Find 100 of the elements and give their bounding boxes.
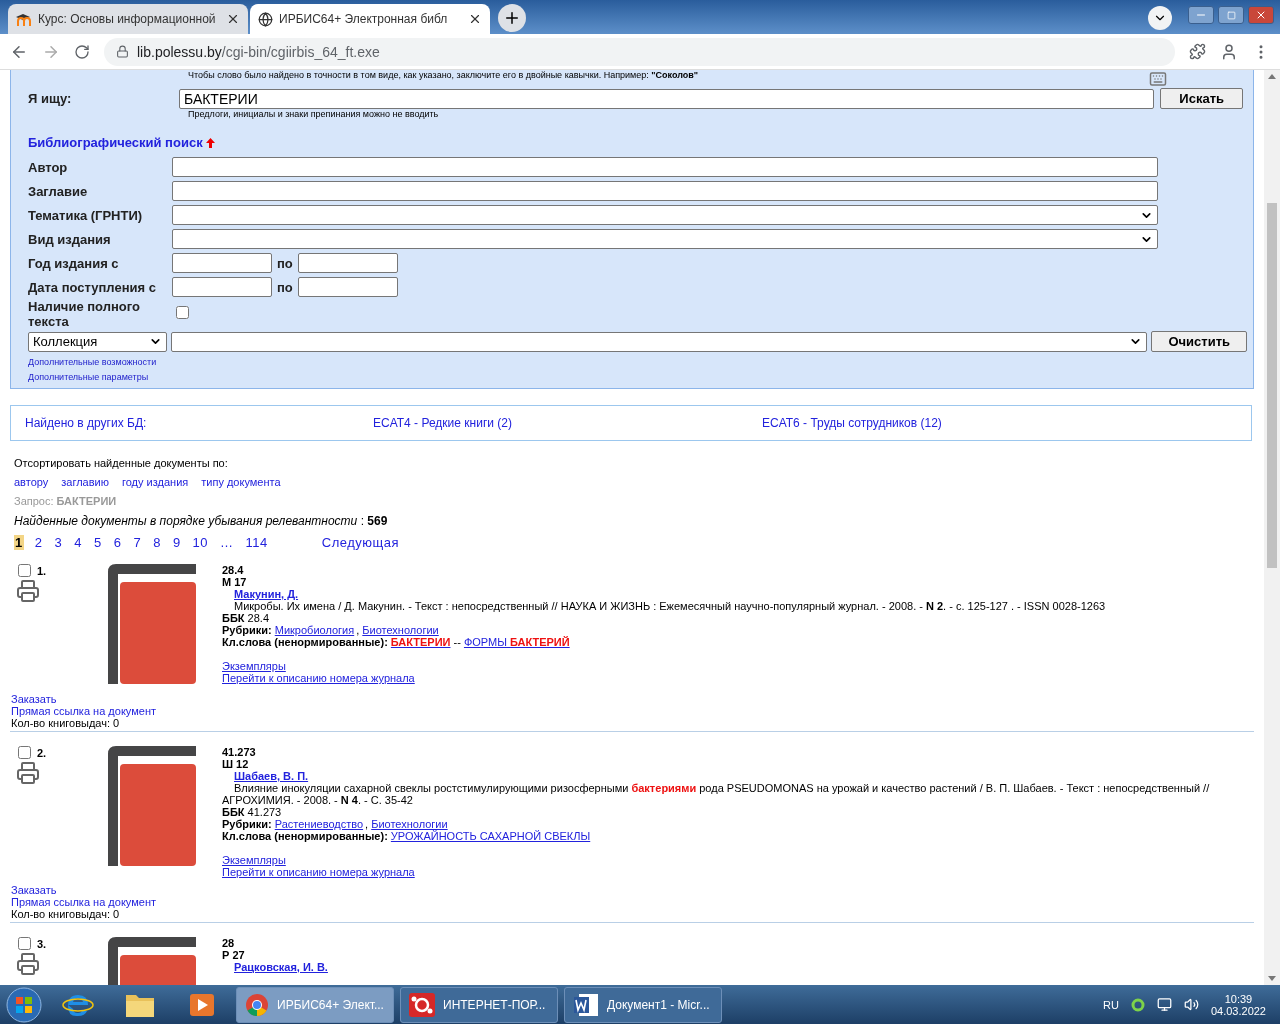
page-link[interactable]: 3	[53, 535, 64, 550]
clear-button[interactable]: Очистить	[1151, 331, 1247, 352]
rubric-link[interactable]: Биотехнологии	[362, 624, 439, 636]
author-link[interactable]: Рацковская, И. В.	[234, 961, 328, 973]
classification-index: 28	[222, 937, 236, 949]
close-button[interactable]	[1248, 6, 1274, 24]
puzzle-icon[interactable]	[1189, 43, 1206, 60]
printer-icon[interactable]	[16, 761, 40, 785]
arrow-up-icon[interactable]	[205, 137, 215, 148]
select-checkbox[interactable]	[18, 564, 31, 577]
record-link[interactable]: Экземпляры	[222, 660, 286, 672]
scrollbar[interactable]	[1264, 70, 1280, 985]
section-title: Библиографический поиск	[28, 135, 203, 150]
record-number: 1.	[37, 564, 47, 577]
sort-link[interactable]: году издания	[121, 476, 189, 488]
to-field[interactable]	[297, 253, 398, 273]
search-button[interactable]: Искать	[1160, 88, 1243, 109]
database-link[interactable]: ECAT4 - Редкие книги (2)	[373, 416, 762, 430]
field-label: Дата поступления с	[28, 279, 157, 295]
rubric-link[interactable]: Биотехнологии	[371, 818, 448, 830]
printer-icon[interactable]	[16, 579, 40, 603]
to-label: по	[277, 255, 293, 271]
page-link[interactable]: 9	[171, 535, 182, 550]
keyboard-icon[interactable]	[1149, 70, 1167, 88]
page-link[interactable]: 10	[191, 535, 210, 550]
tab-search-button[interactable]	[1148, 6, 1172, 30]
page-link[interactable]: 4	[73, 535, 83, 550]
keywords-label: Кл.слова (ненормированные):	[222, 830, 388, 842]
language-indicator[interactable]: RU	[1103, 998, 1119, 1011]
printer-icon[interactable]	[16, 952, 40, 976]
browser-tab[interactable]: ИРБИС64+ Электронная библ	[250, 4, 490, 34]
keywords-label: Кл.слова (ненормированные):	[222, 636, 388, 648]
page-link[interactable]: 2	[33, 535, 44, 550]
from-field[interactable]	[172, 253, 272, 273]
collection-dropdown[interactable]: Коллекция	[28, 331, 167, 352]
record-link[interactable]: Экземпляры	[222, 854, 286, 866]
document-logo-icon	[573, 991, 599, 1018]
to-field[interactable]	[297, 277, 398, 297]
next-page-link[interactable]: Следующая	[320, 535, 401, 550]
network-icon[interactable]	[1156, 997, 1172, 1012]
rubrics-label: Рубрики:	[222, 624, 272, 636]
close-icon[interactable]	[468, 12, 482, 26]
query-field[interactable]: БАКТЕРИИ	[179, 88, 1155, 109]
minimize-button[interactable]	[1188, 6, 1214, 24]
sort-link[interactable]: типу документа	[201, 476, 281, 488]
rubric-separator: ,	[365, 818, 369, 830]
other-databases-label[interactable]: Найдено в других БД:	[25, 416, 373, 430]
select-checkbox[interactable]	[18, 937, 31, 950]
author-link[interactable]: Макунин, Д.	[234, 588, 299, 600]
page-link[interactable]: 8	[152, 535, 162, 550]
bbk-line: ББК 41.273	[222, 806, 283, 818]
record-link[interactable]: Перейти к описанию номера журнала	[222, 672, 415, 684]
text-field[interactable]	[172, 181, 1158, 201]
order-link[interactable]: Заказать	[11, 693, 57, 705]
page-link[interactable]: 1	[14, 535, 24, 550]
order-link[interactable]: Заказать	[11, 884, 57, 896]
direct-link[interactable]: Прямая ссылка на документ	[11, 896, 156, 908]
dropdown-field[interactable]	[172, 205, 1158, 225]
clock-time: 10:39	[1224, 992, 1253, 1005]
select-checkbox[interactable]	[18, 746, 31, 759]
author-link[interactable]: Шабаев, В. П.	[234, 770, 309, 782]
browser-tab[interactable]: Курс: Основы информационной	[8, 4, 248, 34]
close-icon[interactable]	[226, 12, 240, 26]
search-hint: Предлоги, инициалы и знаки препинания можно не вводить	[187, 109, 440, 119]
start-button-icon[interactable]	[4, 986, 44, 1023]
rubric-link[interactable]: Микробиология	[274, 624, 355, 636]
field-label: Наличие полного текста	[28, 299, 141, 329]
address-bar[interactable]: lib.polessu.by/cgi-bin/cgiirbis_64_ft.exe	[104, 37, 1175, 66]
sort-link[interactable]: автору	[14, 476, 49, 488]
page-link[interactable]: …	[219, 535, 235, 550]
text-field[interactable]	[172, 157, 1158, 177]
globe-icon	[258, 11, 273, 27]
direct-link[interactable]: Прямая ссылка на документ	[11, 705, 156, 717]
keyword-link[interactable]: ФОРМЫ БАКТЕРИЙ	[463, 636, 570, 648]
new-tab-button[interactable]	[498, 4, 526, 32]
record-link[interactable]: Перейти к описанию номера журнала	[222, 866, 415, 878]
volume-icon[interactable]	[1183, 997, 1199, 1012]
database-link[interactable]: ECAT6 - Труды сотрудников (12)	[762, 416, 1251, 430]
taskbar-task[interactable]: ИНТЕРНЕТ-ПОР...	[400, 986, 558, 1023]
keyword-link[interactable]: БАКТЕРИИ	[390, 636, 451, 648]
profile-icon[interactable]	[1220, 42, 1238, 61]
page-link[interactable]: 6	[112, 535, 123, 550]
taskbar-task[interactable]: Документ1 - Micr...	[564, 986, 722, 1023]
reload-button[interactable]	[74, 43, 90, 60]
dropdown-field[interactable]	[172, 229, 1158, 249]
author-mark: Р 27	[222, 949, 246, 961]
page-link[interactable]: 5	[92, 535, 103, 550]
sort-link[interactable]: заглавию	[61, 476, 109, 488]
options-link[interactable]: Дополнительные возможности	[28, 357, 1247, 367]
dropdown-field[interactable]	[170, 331, 1148, 352]
status-ring-icon[interactable]	[1130, 997, 1145, 1012]
page-link[interactable]: 114	[244, 535, 269, 550]
checkbox[interactable]	[176, 306, 189, 319]
options-link[interactable]: Дополнительные параметры	[28, 372, 1247, 382]
maximize-button[interactable]	[1218, 6, 1244, 24]
keyword-link[interactable]: УРОЖАЙНОСТЬ САХАРНОЙ СВЕКЛЫ	[390, 830, 591, 842]
page-link[interactable]: 7	[132, 535, 143, 550]
from-field[interactable]	[172, 277, 272, 297]
classification-index: 41.273	[222, 746, 257, 758]
rubric-link[interactable]: Растениеводство	[274, 818, 364, 830]
